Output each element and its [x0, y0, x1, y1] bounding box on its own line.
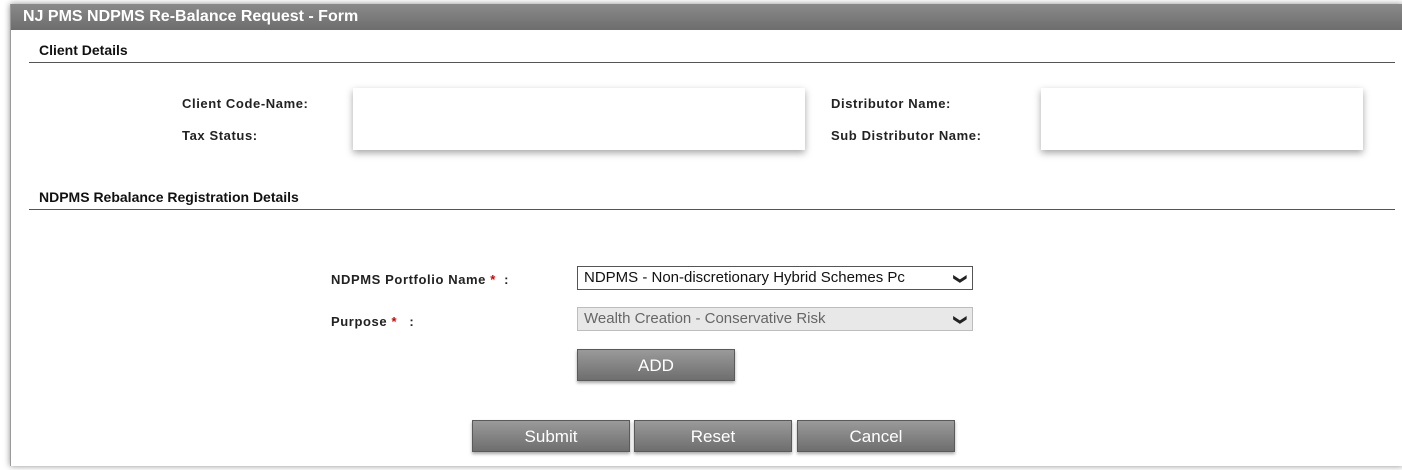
- reset-button[interactable]: Reset: [634, 420, 792, 452]
- client-code-label: Client Code-Name:: [182, 96, 309, 111]
- portfolio-name-label: NDPMS Portfolio Name * :: [331, 272, 509, 287]
- client-info-value-box: [353, 88, 805, 150]
- registration-details-divider: [29, 209, 1395, 210]
- cancel-button[interactable]: Cancel: [797, 420, 955, 452]
- purpose-label-text: Purpose: [331, 314, 388, 329]
- client-details-title: Client Details: [39, 42, 128, 58]
- label-colon: :: [409, 314, 415, 329]
- tax-status-label: Tax Status:: [182, 128, 258, 143]
- label-colon: :: [504, 272, 510, 287]
- form-title: NJ PMS NDPMS Re-Balance Request - Form: [11, 4, 1402, 30]
- portfolio-name-label-text: NDPMS Portfolio Name: [331, 272, 487, 287]
- client-details-divider: [29, 62, 1395, 63]
- distributor-name-label: Distributor Name:: [831, 96, 951, 111]
- required-marker: *: [391, 314, 398, 329]
- purpose-selected-value: Wealth Creation - Conservative Risk: [584, 310, 826, 327]
- sub-distributor-name-label: Sub Distributor Name:: [831, 128, 982, 143]
- form-panel: NJ PMS NDPMS Re-Balance Request - Form C…: [10, 4, 1402, 466]
- submit-button[interactable]: Submit: [472, 420, 630, 452]
- chevron-down-icon: ❯: [953, 314, 969, 326]
- chevron-down-icon: ❯: [953, 273, 969, 285]
- registration-details-title: NDPMS Rebalance Registration Details: [39, 189, 299, 205]
- distributor-info-value-box: [1041, 88, 1363, 150]
- purpose-label: Purpose * :: [331, 314, 414, 329]
- purpose-select[interactable]: Wealth Creation - Conservative Risk ❯: [577, 307, 973, 331]
- add-button[interactable]: ADD: [577, 349, 735, 381]
- portfolio-name-selected-value: NDPMS - Non-discretionary Hybrid Schemes…: [584, 269, 905, 286]
- required-marker: *: [490, 272, 496, 287]
- portfolio-name-select[interactable]: NDPMS - Non-discretionary Hybrid Schemes…: [577, 266, 973, 290]
